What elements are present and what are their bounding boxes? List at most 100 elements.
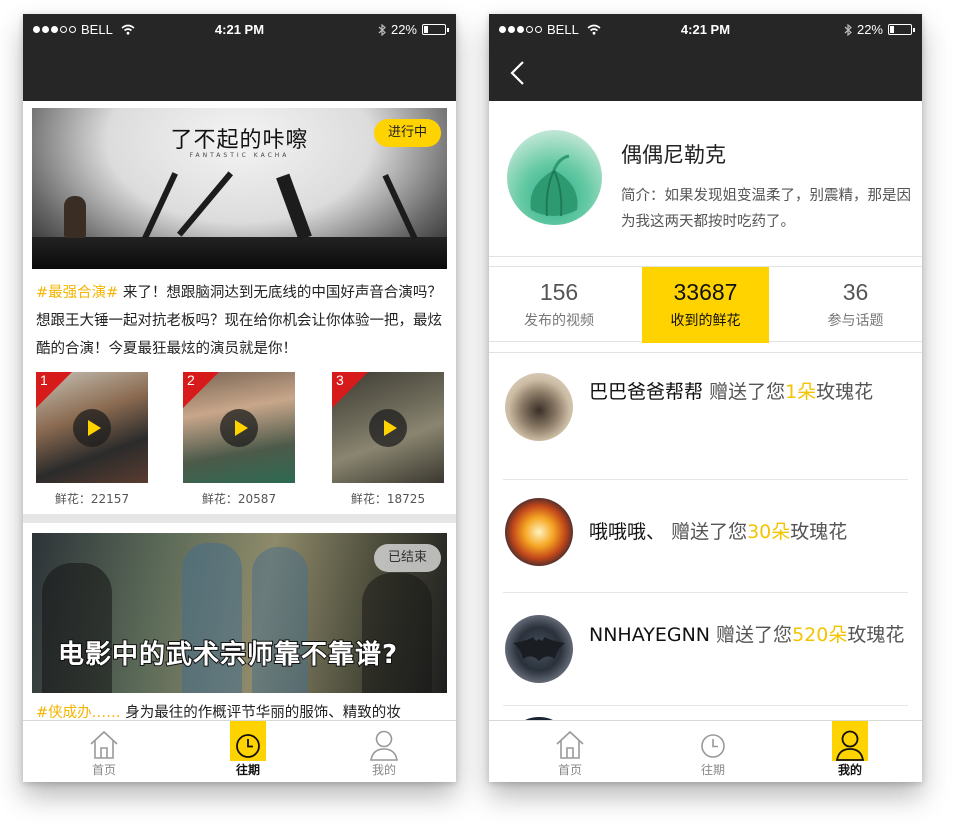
flower-count: 鲜花：18725 — [350, 492, 426, 506]
phone-screen-left: BELL 4:21 PM 22% 了不起的咔嚓 FANTASTIC KACHA — [23, 14, 456, 782]
avatar[interactable] — [505, 373, 573, 441]
tab-label: 我的 — [371, 763, 396, 777]
gift-quantity: 520朵 — [792, 624, 848, 646]
activity-description: #最强合演# 来了！想跟脑洞达到无底线的中国好声音合演吗？想跟王大锤一起对抗老板… — [36, 279, 446, 363]
video-thumbnail[interactable]: 2 鲜花：20587 — [183, 372, 295, 507]
rank-number: 1 — [40, 372, 48, 388]
video-thumbnail[interactable]: 1 鲜花：22157 — [36, 372, 148, 507]
activity-card[interactable]: 电影中的武术宗师靠不靠谱? 已结束 #侠成办…… 身为最往的作概评节华丽的服饰、… — [23, 523, 456, 721]
gift-item: 玫瑰花 — [847, 624, 905, 646]
stat-label: 收到的鲜花 — [670, 313, 741, 329]
gift-list[interactable]: 巴巴爸爸帮帮 赠送了您1朵玫瑰花 哦哦哦、 赠送了您30朵玫瑰花 NNHAYEG… — [489, 352, 922, 722]
flower-count: 鲜花：22157 — [54, 492, 130, 506]
stat-label: 参与话题 — [827, 313, 884, 329]
bluetooth-icon — [378, 23, 386, 36]
avatar[interactable] — [505, 498, 573, 566]
description-text: 身为最往的作概评节华丽的服饰、精致的妆 — [125, 705, 401, 721]
stat-value: 33687 — [673, 279, 738, 305]
activity-card[interactable]: 了不起的咔嚓 FANTASTIC KACHA 进行中 #最强合演# 来了！想跟脑… — [23, 101, 456, 514]
gift-message: NNHAYEGNN 赠送了您520朵玫瑰花 — [589, 621, 909, 649]
play-icon[interactable] — [369, 409, 407, 447]
status-bar: BELL 4:21 PM 22% — [23, 14, 456, 44]
tab-label: 我的 — [837, 763, 862, 777]
bat-emblem-icon — [513, 637, 565, 661]
video-thumbnail[interactable]: 3 鲜花：18725 — [332, 372, 444, 507]
banner-subtitle: FANTASTIC KACHA — [189, 152, 290, 159]
avatar-illustration — [530, 154, 578, 217]
sender-name[interactable]: NNHAYEGNN — [589, 624, 710, 646]
battery-label: 22% — [856, 22, 883, 37]
home-icon — [556, 730, 584, 759]
figure-silhouette — [252, 547, 308, 693]
stat-flowers[interactable]: 33687 收到的鲜花 — [642, 267, 769, 343]
stats-bar: 156 发布的视频 33687 收到的鲜花 36 参与话题 — [489, 266, 922, 343]
thumbnail-image: 2 — [183, 372, 295, 483]
razor-prop — [176, 171, 234, 237]
nav-bar — [23, 44, 456, 101]
activity-banner[interactable]: 电影中的武术宗师靠不靠谱? 已结束 — [32, 533, 447, 693]
profile-name: 偶偶尼勒克 — [621, 143, 726, 167]
tab-label: 首页 — [91, 763, 116, 777]
list-item[interactable]: 哦哦哦、 赠送了您30朵玫瑰花 — [489, 498, 922, 594]
divider — [503, 479, 908, 480]
gift-item: 玫瑰花 — [816, 381, 874, 403]
avatar[interactable] — [507, 130, 602, 225]
user-icon — [370, 730, 398, 761]
activity-feed[interactable]: 了不起的咔嚓 FANTASTIC KACHA 进行中 #最强合演# 来了！想跟脑… — [23, 101, 456, 721]
status-badge: 已结束 — [373, 544, 441, 572]
tab-label: 往期 — [700, 763, 725, 777]
stat-label: 发布的视频 — [524, 313, 594, 329]
tab-home[interactable]: 首页 — [498, 721, 642, 782]
figure-silhouette — [42, 563, 112, 693]
phone-screen-right: BELL 4:21 PM 22% 偶偶尼勒克 简介：如果发现姐变温柔了，别震精，… — [489, 14, 922, 782]
battery-label: 22% — [390, 22, 417, 37]
scissors-prop — [382, 174, 418, 240]
bluetooth-icon — [844, 23, 852, 36]
gift-quantity: 1朵 — [785, 381, 817, 403]
tab-label: 往期 — [235, 763, 260, 777]
topic-tag[interactable]: #侠成办…… — [36, 705, 121, 721]
thumbnail-image: 3 — [332, 372, 444, 483]
battery-icon — [888, 24, 915, 35]
divider — [503, 592, 908, 593]
home-icon — [90, 730, 118, 759]
list-item[interactable]: NNHAYEGNN 赠送了您520朵玫瑰花 — [489, 615, 922, 711]
profile-header: 偶偶尼勒克 简介：如果发现姐变温柔了，别震精，那是因为我这两天都按时吃药了。 — [489, 101, 922, 257]
activity-description: #侠成办…… 身为最往的作概评节华丽的服饰、精致的妆 — [36, 701, 401, 721]
tab-history[interactable]: 往期 — [641, 721, 785, 782]
tab-profile[interactable]: 我的 — [778, 721, 922, 782]
flower-count: 鲜花：20587 — [201, 492, 277, 506]
gift-message: 哦哦哦、 赠送了您30朵玫瑰花 — [589, 518, 909, 546]
divider — [503, 705, 908, 706]
gift-quantity: 30朵 — [747, 521, 791, 543]
list-item[interactable]: 巴巴爸爸帮帮 赠送了您1朵玫瑰花 — [489, 373, 922, 469]
rank-number: 2 — [187, 372, 195, 388]
tab-profile[interactable]: 我的 — [312, 721, 456, 782]
stat-videos[interactable]: 156 发布的视频 — [489, 267, 629, 343]
sender-name[interactable]: 巴巴爸爸帮帮 — [589, 381, 703, 403]
stat-topics[interactable]: 36 参与话题 — [789, 267, 922, 343]
video-thumbnails: 1 鲜花：22157 2 鲜花：20587 3 鲜花：18725 — [23, 372, 456, 512]
tab-bar: 首页 往期 我的 — [23, 720, 456, 782]
gift-verb: 赠送了您 — [709, 381, 786, 403]
tab-history[interactable]: 往期 — [176, 721, 320, 782]
clock-icon — [236, 734, 260, 758]
sender-name[interactable]: 哦哦哦、 — [589, 521, 665, 543]
battery-icon — [422, 24, 449, 35]
topic-tag[interactable]: #最强合演# — [36, 285, 118, 301]
status-bar: BELL 4:21 PM 22% — [489, 14, 922, 44]
gift-verb: 赠送了您 — [671, 521, 748, 543]
status-badge: 进行中 — [373, 119, 441, 147]
back-icon[interactable] — [507, 60, 531, 86]
avatar[interactable] — [505, 615, 573, 683]
play-icon[interactable] — [220, 409, 258, 447]
activity-banner[interactable]: 了不起的咔嚓 FANTASTIC KACHA 进行中 — [32, 108, 447, 269]
razor-prop — [276, 173, 312, 241]
tab-home[interactable]: 首页 — [32, 721, 176, 782]
thumbnail-image: 1 — [36, 372, 148, 483]
play-icon[interactable] — [73, 409, 111, 447]
battery-fill — [890, 26, 894, 33]
stage-floor — [32, 237, 447, 269]
gift-item: 玫瑰花 — [790, 521, 848, 543]
rank-number: 3 — [336, 372, 344, 388]
